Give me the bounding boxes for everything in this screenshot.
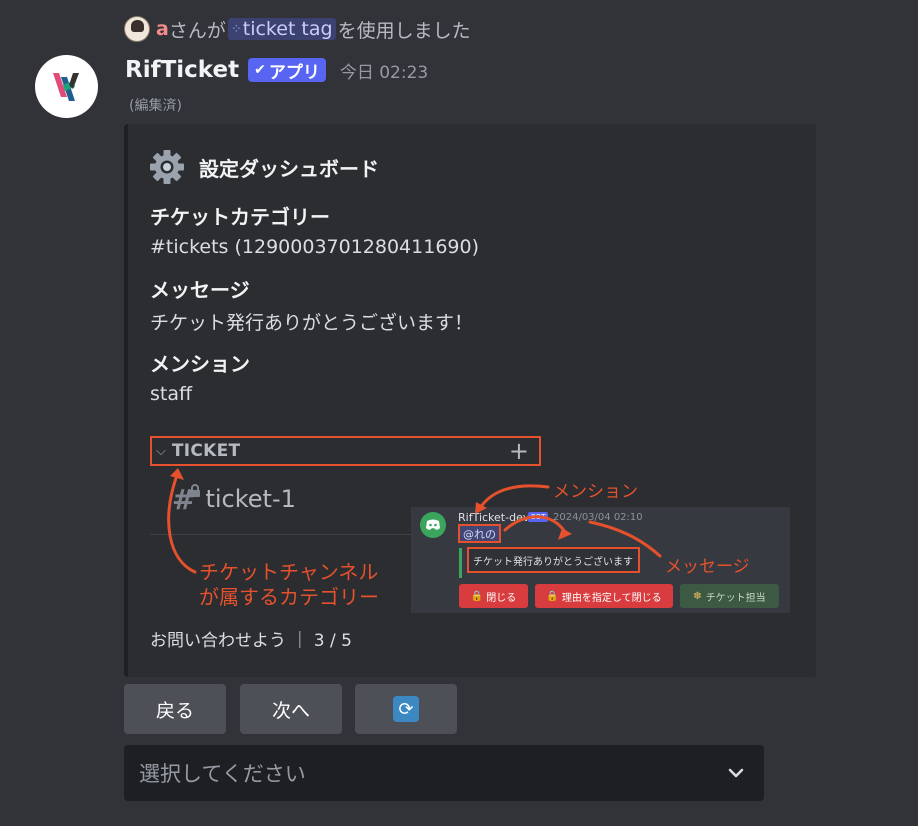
select-menu[interactable]: 選択してください xyxy=(124,745,764,801)
lock-icon: 🔒 xyxy=(546,590,559,602)
embed-footer: お問い合わせよう ｜ 3 / 5 xyxy=(150,631,352,651)
mini-close-reason-label: 理由を指定して閉じる xyxy=(561,592,662,604)
field-name-message: メッセージ xyxy=(150,278,250,302)
category-label: TICKET xyxy=(171,441,241,461)
app-badge-label: アプリ xyxy=(268,62,320,83)
slash-command-icon: ⁘ xyxy=(230,21,242,37)
annotation-category: チケットチャンネル が属するカテゴリー xyxy=(199,560,379,610)
interaction-line: a さんが ⁘ ticket tag を使用しました xyxy=(124,14,471,44)
mini-claim-label: チケット担当 xyxy=(705,592,766,604)
channel-name: ticket-1 xyxy=(205,485,296,513)
refresh-button[interactable]: ⟳ xyxy=(355,684,457,734)
mini-timestamp: 2024/03/04 02:10 xyxy=(553,512,643,523)
field-value-message: チケット発行ありがとうございます！ xyxy=(150,312,474,334)
gear-icon xyxy=(150,150,184,184)
back-button[interactable]: 戻る xyxy=(124,684,226,734)
mini-bot-name: RifTicket-dev xyxy=(458,511,530,524)
mini-close-label: 閉じる xyxy=(486,592,517,604)
mini-message-text: チケット発行ありがとうございます xyxy=(467,547,640,573)
timestamp[interactable]: 今日 02:23 xyxy=(340,58,428,83)
mini-quote-bar xyxy=(459,548,462,578)
bot-name[interactable]: RifTicket xyxy=(125,57,239,83)
discord-logo-icon xyxy=(420,512,446,538)
refresh-icon: ⟳ xyxy=(393,696,419,722)
mini-close-button: 🔒 閉じる xyxy=(459,584,528,608)
annotation-message: メッセージ xyxy=(665,557,750,577)
field-value-mention: staff xyxy=(150,383,193,405)
mini-bot-tag: BOT xyxy=(528,512,549,522)
command-name: ticket tag xyxy=(242,18,333,40)
lock-icon xyxy=(190,484,200,497)
edited-label: (編集済) xyxy=(129,98,182,114)
chevron-down-icon: ⌵ xyxy=(156,443,166,459)
user-name[interactable]: a xyxy=(156,18,169,40)
field-name-mention: メンション xyxy=(150,352,250,376)
bot-avatar[interactable] xyxy=(35,55,98,118)
annotation-category-line1: チケットチャンネル xyxy=(199,560,379,584)
select-placeholder: 選択してください xyxy=(139,762,306,786)
annotation-category-line2: が属するカテゴリー xyxy=(199,585,379,609)
chevron-down-icon xyxy=(728,768,744,778)
embed-title-text: 設定ダッシュボード xyxy=(199,156,379,181)
rifticket-logo-icon xyxy=(52,72,79,101)
annotation-mention: メンション xyxy=(553,482,638,502)
plus-icon: + xyxy=(508,437,529,465)
interaction-text-after: を使用しました xyxy=(337,19,471,42)
wheat-icon: ✽ xyxy=(693,590,702,602)
embed-title: 設定ダッシュボード xyxy=(148,148,379,186)
message-header: RifTicket ✔ アプリ 今日 02:23 xyxy=(125,54,428,86)
command-mention[interactable]: ⁘ ticket tag xyxy=(227,18,336,40)
user-avatar[interactable] xyxy=(124,16,150,42)
field-value-category: #tickets (1290003701280411690) xyxy=(150,236,480,258)
mini-close-reason-button: 🔒 理由を指定して閉じる xyxy=(535,584,673,608)
field-name-category: チケットカテゴリー xyxy=(150,205,330,229)
interaction-text-before: さんが xyxy=(168,19,226,42)
lock-icon: 🔒 xyxy=(470,590,484,602)
category-highlight-box: ⌵ TICKET + xyxy=(150,436,541,466)
verified-check-icon: ✔ xyxy=(254,62,266,78)
mini-claim-button: ✽ チケット担当 xyxy=(680,584,779,608)
divider xyxy=(150,534,412,535)
next-button[interactable]: 次へ xyxy=(240,684,342,734)
mini-mention: @れの xyxy=(458,524,501,543)
app-badge: ✔ アプリ xyxy=(248,58,326,83)
